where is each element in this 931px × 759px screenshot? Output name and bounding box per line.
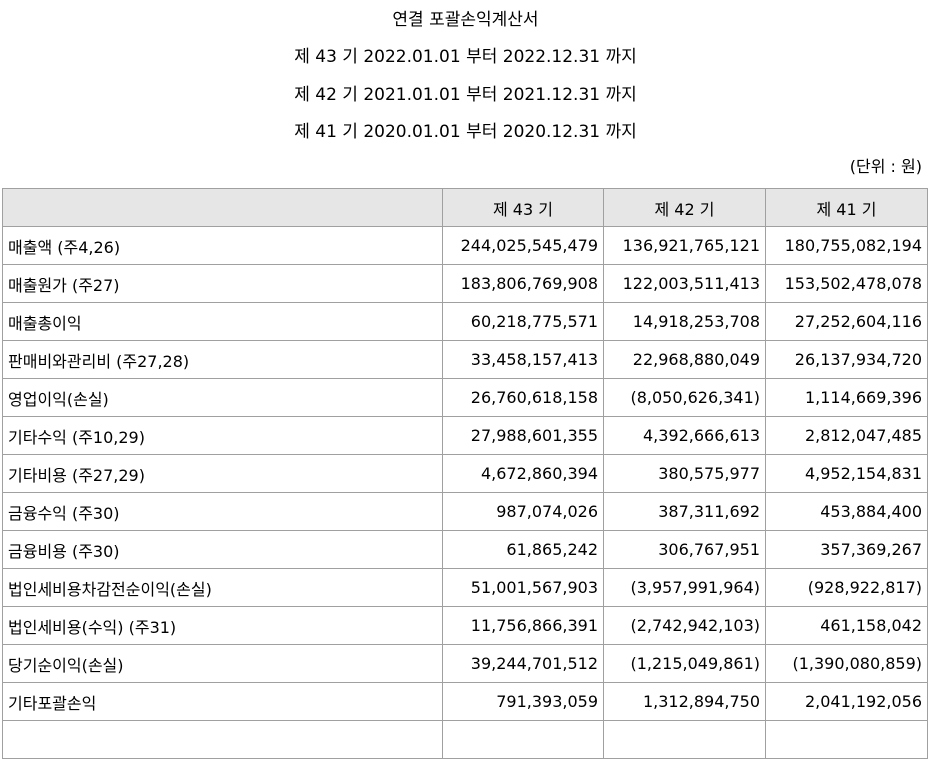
row-label: 매출총이익 — [2, 302, 443, 341]
row-value: 33,458,157,413 — [442, 340, 604, 379]
row-value: (1,390,080,859) — [765, 644, 928, 683]
row-value: 2,041,192,056 — [765, 682, 928, 721]
row-label — [2, 720, 443, 759]
header-blank-cell — [2, 188, 443, 227]
row-value: (2,742,942,103) — [603, 606, 766, 645]
row-value: (1,215,049,861) — [603, 644, 766, 683]
income-statement-table: 제 43 기 제 42 기 제 41 기 매출액 (주4,26) 244,025,… — [2, 188, 928, 759]
row-value: 387,311,692 — [603, 492, 766, 531]
row-value — [765, 720, 928, 759]
table-row: 법인세비용차감전순이익(손실) 51,001,567,903 (3,957,991,… — [2, 568, 928, 607]
row-value: 122,003,511,413 — [603, 264, 766, 303]
table-row: 영업이익(손실) 26,760,618,158 (8,050,626,341) 1,1… — [2, 378, 928, 417]
row-value: 60,218,775,571 — [442, 302, 604, 341]
row-label: 금융수익 (주30) — [2, 492, 443, 531]
table-row: 매출총이익 60,218,775,571 14,918,253,708 27,252,… — [2, 302, 928, 341]
row-value: 61,865,242 — [442, 530, 604, 569]
row-value — [442, 720, 604, 759]
row-value: 380,575,977 — [603, 454, 766, 493]
row-value: 453,884,400 — [765, 492, 928, 531]
row-value: (3,957,991,964) — [603, 568, 766, 607]
row-value: 26,760,618,158 — [442, 378, 604, 417]
table-row: 매출원가 (주27) 183,806,769,908 122,003,511,413… — [2, 264, 928, 303]
table-row: 기타비용 (주27,29) 4,672,860,394 380,575,977 4,9… — [2, 454, 928, 493]
row-value: 4,392,666,613 — [603, 416, 766, 455]
table-row: 기타포괄손익 791,393,059 1,312,894,750 2,041,192,… — [2, 682, 928, 721]
table-row: 당기순이익(손실) 39,244,701,512 (1,215,049,861) (1… — [2, 644, 928, 683]
row-value: 27,988,601,355 — [442, 416, 604, 455]
row-label: 매출원가 (주27) — [2, 264, 443, 303]
table-row — [2, 720, 928, 759]
table-row: 매출액 (주4,26) 244,025,545,479 136,921,765,12… — [2, 226, 928, 265]
row-value: 153,502,478,078 — [765, 264, 928, 303]
row-label: 영업이익(손실) — [2, 378, 443, 417]
period-line-43: 제 43 기 2022.01.01 부터 2022.12.31 까지 — [294, 47, 637, 67]
row-value: (928,922,817) — [765, 568, 928, 607]
row-value: 51,001,567,903 — [442, 568, 604, 607]
row-value: 1,114,669,396 — [765, 378, 928, 417]
row-value: 4,952,154,831 — [765, 454, 928, 493]
row-value: 791,393,059 — [442, 682, 604, 721]
row-value: 4,672,860,394 — [442, 454, 604, 493]
table-row: 금융비용 (주30) 61,865,242 306,767,951 357,369,2… — [2, 530, 928, 569]
row-value: 987,074,026 — [442, 492, 604, 531]
table-row: 판매비와관리비 (주27,28) 33,458,157,413 22,968,880… — [2, 340, 928, 379]
row-label: 기타수익 (주10,29) — [2, 416, 443, 455]
table-row: 금융수익 (주30) 987,074,026 387,311,692 453,884,… — [2, 492, 928, 531]
row-label: 기타비용 (주27,29) — [2, 454, 443, 493]
row-value: 180,755,082,194 — [765, 226, 928, 265]
row-label: 매출액 (주4,26) — [2, 226, 443, 265]
row-value: 1,312,894,750 — [603, 682, 766, 721]
table-row: 기타수익 (주10,29) 27,988,601,355 4,392,666,613… — [2, 416, 928, 455]
row-value: 357,369,267 — [765, 530, 928, 569]
row-value: 39,244,701,512 — [442, 644, 604, 683]
row-label: 금융비용 (주30) — [2, 530, 443, 569]
row-value: 26,137,934,720 — [765, 340, 928, 379]
row-label: 판매비와관리비 (주27,28) — [2, 340, 443, 379]
period-line-42: 제 42 기 2021.01.01 부터 2021.12.31 까지 — [294, 85, 637, 105]
header-period-43: 제 43 기 — [442, 188, 604, 227]
row-value: 306,767,951 — [603, 530, 766, 569]
row-label: 법인세비용차감전순이익(손실) — [2, 568, 443, 607]
row-label: 당기순이익(손실) — [2, 644, 443, 683]
row-value: 136,921,765,121 — [603, 226, 766, 265]
table-header-row: 제 43 기 제 42 기 제 41 기 — [2, 188, 928, 227]
table-row: 법인세비용(수익) (주31) 11,756,866,391 (2,742,942,… — [2, 606, 928, 645]
row-value: (8,050,626,341) — [603, 378, 766, 417]
row-value: 14,918,253,708 — [603, 302, 766, 341]
statement-title: 연결 포괄손익계산서 — [392, 10, 539, 30]
header-period-42: 제 42 기 — [603, 188, 766, 227]
row-label: 법인세비용(수익) (주31) — [2, 606, 443, 645]
row-value: 11,756,866,391 — [442, 606, 604, 645]
row-value: 22,968,880,049 — [603, 340, 766, 379]
row-value — [603, 720, 766, 759]
row-value: 27,252,604,116 — [765, 302, 928, 341]
row-value: 461,158,042 — [765, 606, 928, 645]
unit-label: (단위 : 원) — [849, 157, 922, 176]
row-value: 2,812,047,485 — [765, 416, 928, 455]
header-period-41: 제 41 기 — [765, 188, 928, 227]
row-value: 244,025,545,479 — [442, 226, 604, 265]
row-value: 183,806,769,908 — [442, 264, 604, 303]
period-line-41: 제 41 기 2020.01.01 부터 2020.12.31 까지 — [294, 122, 637, 142]
row-label: 기타포괄손익 — [2, 682, 443, 721]
